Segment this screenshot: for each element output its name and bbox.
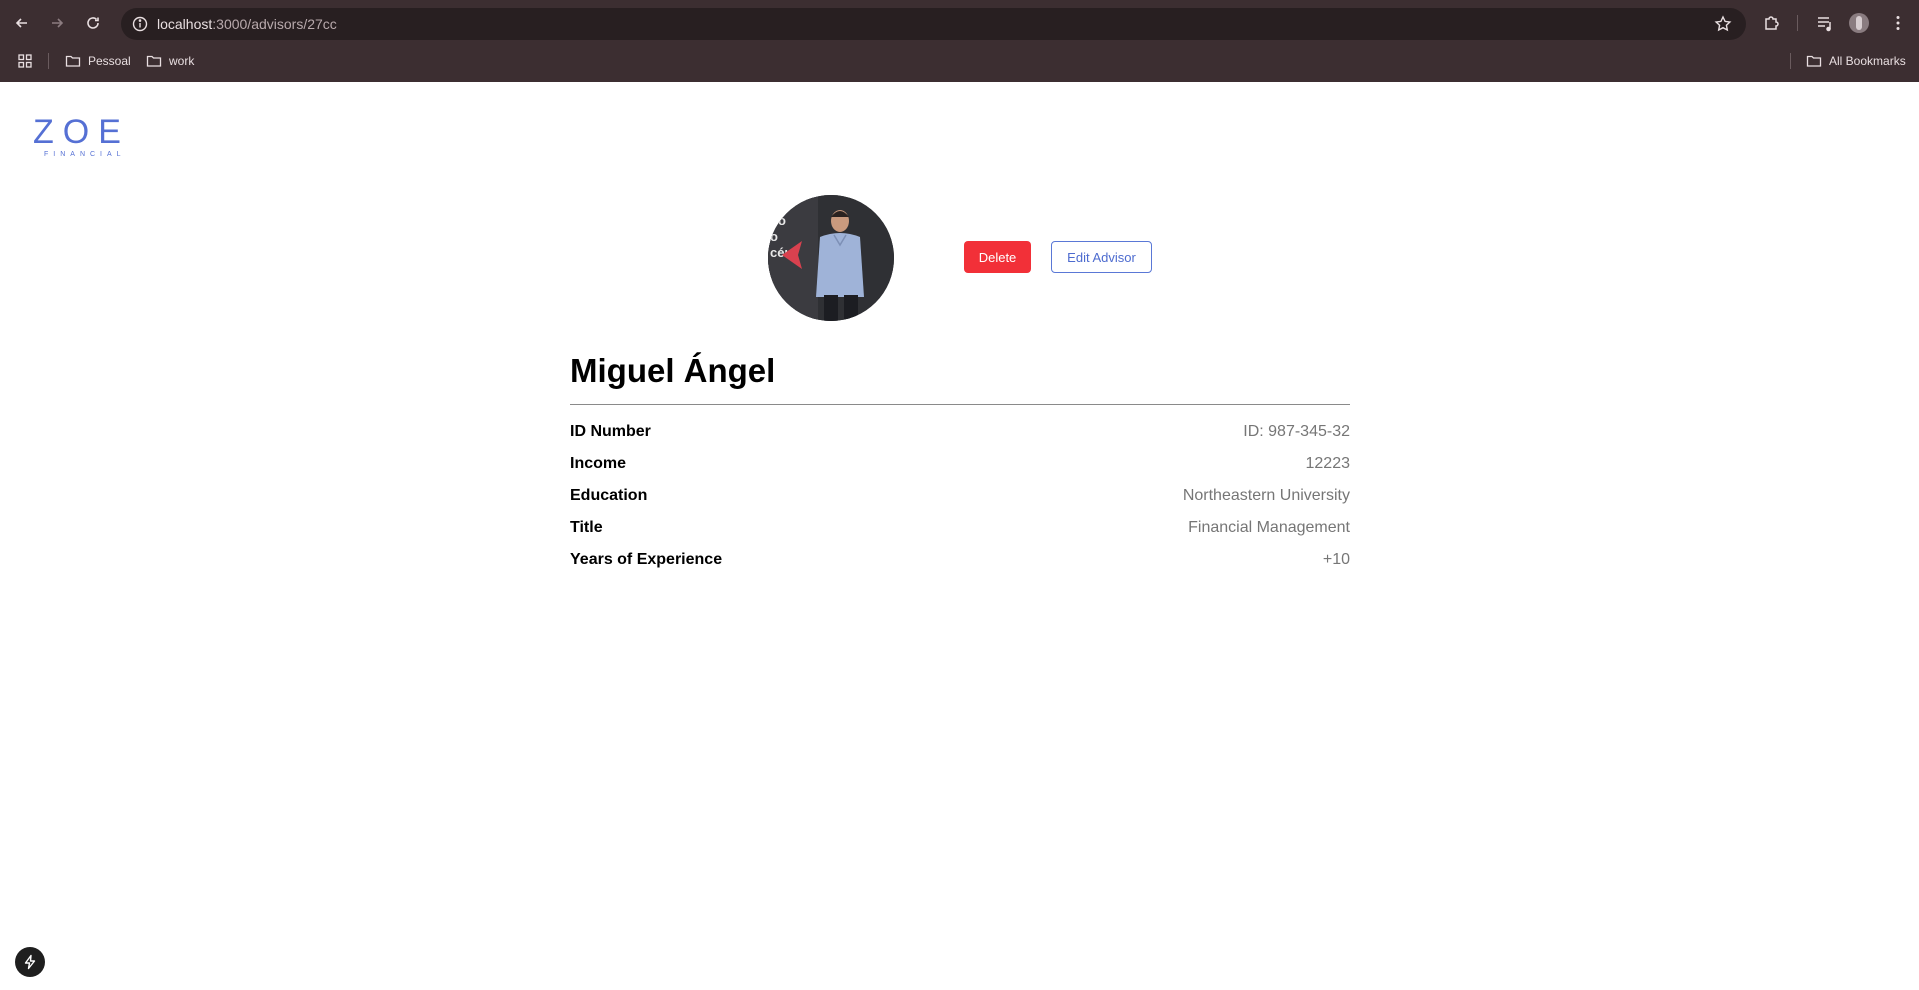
- bookmark-pessoal[interactable]: Pessoal: [65, 50, 131, 72]
- all-bookmarks-label: All Bookmarks: [1829, 54, 1906, 68]
- url-host: localhost: [157, 16, 213, 32]
- advisor-name: Miguel Ángel: [570, 352, 776, 389]
- bolt-icon: [24, 954, 36, 970]
- star-icon[interactable]: [1714, 15, 1732, 33]
- dev-tools-button[interactable]: [15, 947, 45, 977]
- bookmarks-divider: [1790, 53, 1791, 69]
- apps-grid-icon[interactable]: [17, 53, 33, 69]
- detail-label: Education: [570, 487, 648, 504]
- detail-label: Title: [570, 519, 603, 536]
- arrow-left-icon: [15, 18, 27, 28]
- detail-label: Income: [570, 455, 627, 472]
- info-icon[interactable]: [131, 15, 149, 33]
- svg-text:o: o: [770, 229, 778, 244]
- reload-button[interactable]: [81, 11, 105, 35]
- browser-chrome: localhost:3000/advisors/27cc Pessoal wor…: [0, 0, 1919, 82]
- detail-row-years-of-experience: Years of Experience +10: [570, 547, 1350, 579]
- forward-button[interactable]: [45, 11, 69, 35]
- kebab-menu-icon[interactable]: [1888, 13, 1908, 33]
- detail-value: ID: 987-345-32: [1243, 423, 1350, 440]
- browser-toolbar: localhost:3000/advisors/27cc: [0, 0, 1919, 47]
- detail-value: Financial Management: [1188, 519, 1350, 536]
- bookmark-work[interactable]: work: [146, 50, 194, 72]
- url-path: :3000/advisors/27cc: [212, 16, 337, 32]
- profile-avatar[interactable]: [1849, 13, 1869, 33]
- arrow-right-icon: [52, 18, 64, 28]
- logo-subtitle: FINANCIAL: [44, 151, 126, 158]
- url-text[interactable]: localhost:3000/advisors/27cc: [157, 16, 337, 32]
- toolbar-divider: [1797, 15, 1798, 31]
- reload-icon: [87, 17, 99, 29]
- address-bar[interactable]: localhost:3000/advisors/27cc: [121, 8, 1746, 40]
- folder-icon: [146, 55, 162, 67]
- delete-button[interactable]: Delete: [964, 241, 1031, 273]
- page-content: ZOE FINANCIAL ho o céu! Delete Edit Advi…: [0, 82, 1919, 990]
- folder-icon: [65, 55, 81, 67]
- logo-wordmark: ZOE: [33, 113, 130, 151]
- advisor-portrait-image: ho o céu!: [768, 195, 894, 321]
- name-divider: [570, 404, 1350, 405]
- detail-label: Years of Experience: [570, 551, 723, 568]
- edit-advisor-button[interactable]: Edit Advisor: [1051, 241, 1152, 273]
- bookmarks-bar: Pessoal work All Bookmarks: [0, 47, 1919, 82]
- advisor-photo: ho o céu!: [768, 195, 894, 321]
- media-queue-icon[interactable]: [1815, 13, 1835, 33]
- detail-value: +10: [1322, 551, 1350, 568]
- bookmarks-divider: [48, 53, 49, 69]
- detail-label: ID Number: [570, 423, 651, 440]
- detail-row-education: Education Northeastern University: [570, 483, 1350, 515]
- detail-value: Northeastern University: [1182, 487, 1350, 504]
- advisor-details: ID Number ID: 987-345-32 Income 12223 Ed…: [570, 419, 1350, 579]
- svg-text:ho: ho: [770, 213, 786, 228]
- back-button[interactable]: [10, 11, 34, 35]
- detail-value: 12223: [1305, 455, 1351, 472]
- all-bookmarks-button[interactable]: All Bookmarks: [1806, 50, 1906, 72]
- zoe-financial-logo[interactable]: ZOE FINANCIAL: [33, 115, 137, 161]
- detail-row-id-number: ID Number ID: 987-345-32: [570, 419, 1350, 451]
- folder-icon: [1806, 55, 1822, 67]
- detail-row-income: Income 12223: [570, 451, 1350, 483]
- bookmark-label: Pessoal: [88, 54, 131, 68]
- puzzle-icon[interactable]: [1762, 13, 1782, 33]
- detail-row-title: Title Financial Management: [570, 515, 1350, 547]
- bookmark-label: work: [169, 54, 195, 68]
